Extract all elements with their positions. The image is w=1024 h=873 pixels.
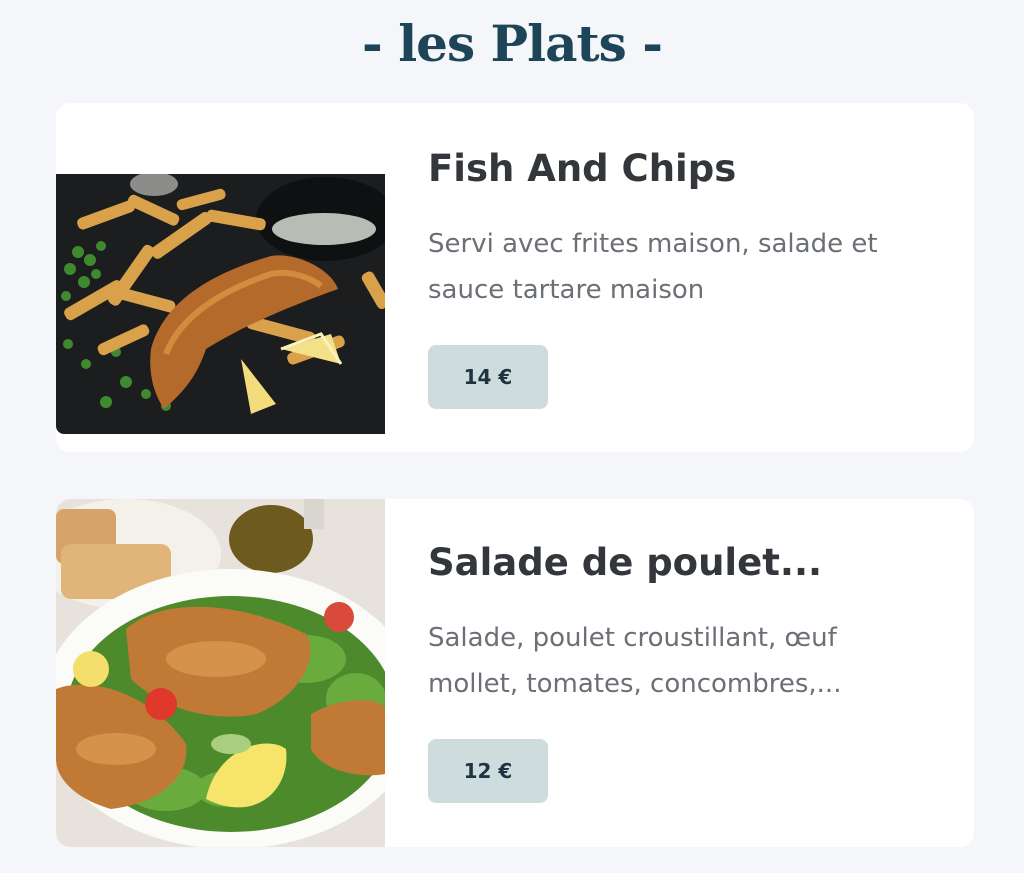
dish-photo-salade-de-poulet — [56, 499, 385, 847]
section-title: - les Plats - — [362, 14, 663, 73]
price-badge[interactable]: 12 € — [428, 739, 548, 803]
dish-photo-fish-and-chips — [56, 174, 385, 434]
menu-page: - les Plats - Fish And Chips Servi avec … — [0, 0, 1024, 873]
dish-details: Fish And Chips Servi avec frites maison,… — [428, 143, 938, 409]
dish-name: Salade de poulet... — [428, 541, 823, 584]
fish-and-chips-image — [56, 174, 385, 434]
dish-card-salade-de-poulet[interactable]: Salade de poulet... Salade, poulet crous… — [56, 499, 974, 847]
dish-description: Servi avec frites maison, salade et sauc… — [428, 229, 878, 305]
price-badge[interactable]: 14 € — [428, 345, 548, 409]
dish-details: Salade de poulet... Salade, poulet crous… — [428, 537, 938, 803]
dish-card-fish-and-chips[interactable]: Fish And Chips Servi avec frites maison,… — [56, 103, 974, 452]
dish-name: Fish And Chips — [428, 147, 737, 190]
dish-description: Salade, poulet croustillant, œuf mollet,… — [428, 623, 842, 699]
chicken-salad-image — [56, 499, 385, 847]
